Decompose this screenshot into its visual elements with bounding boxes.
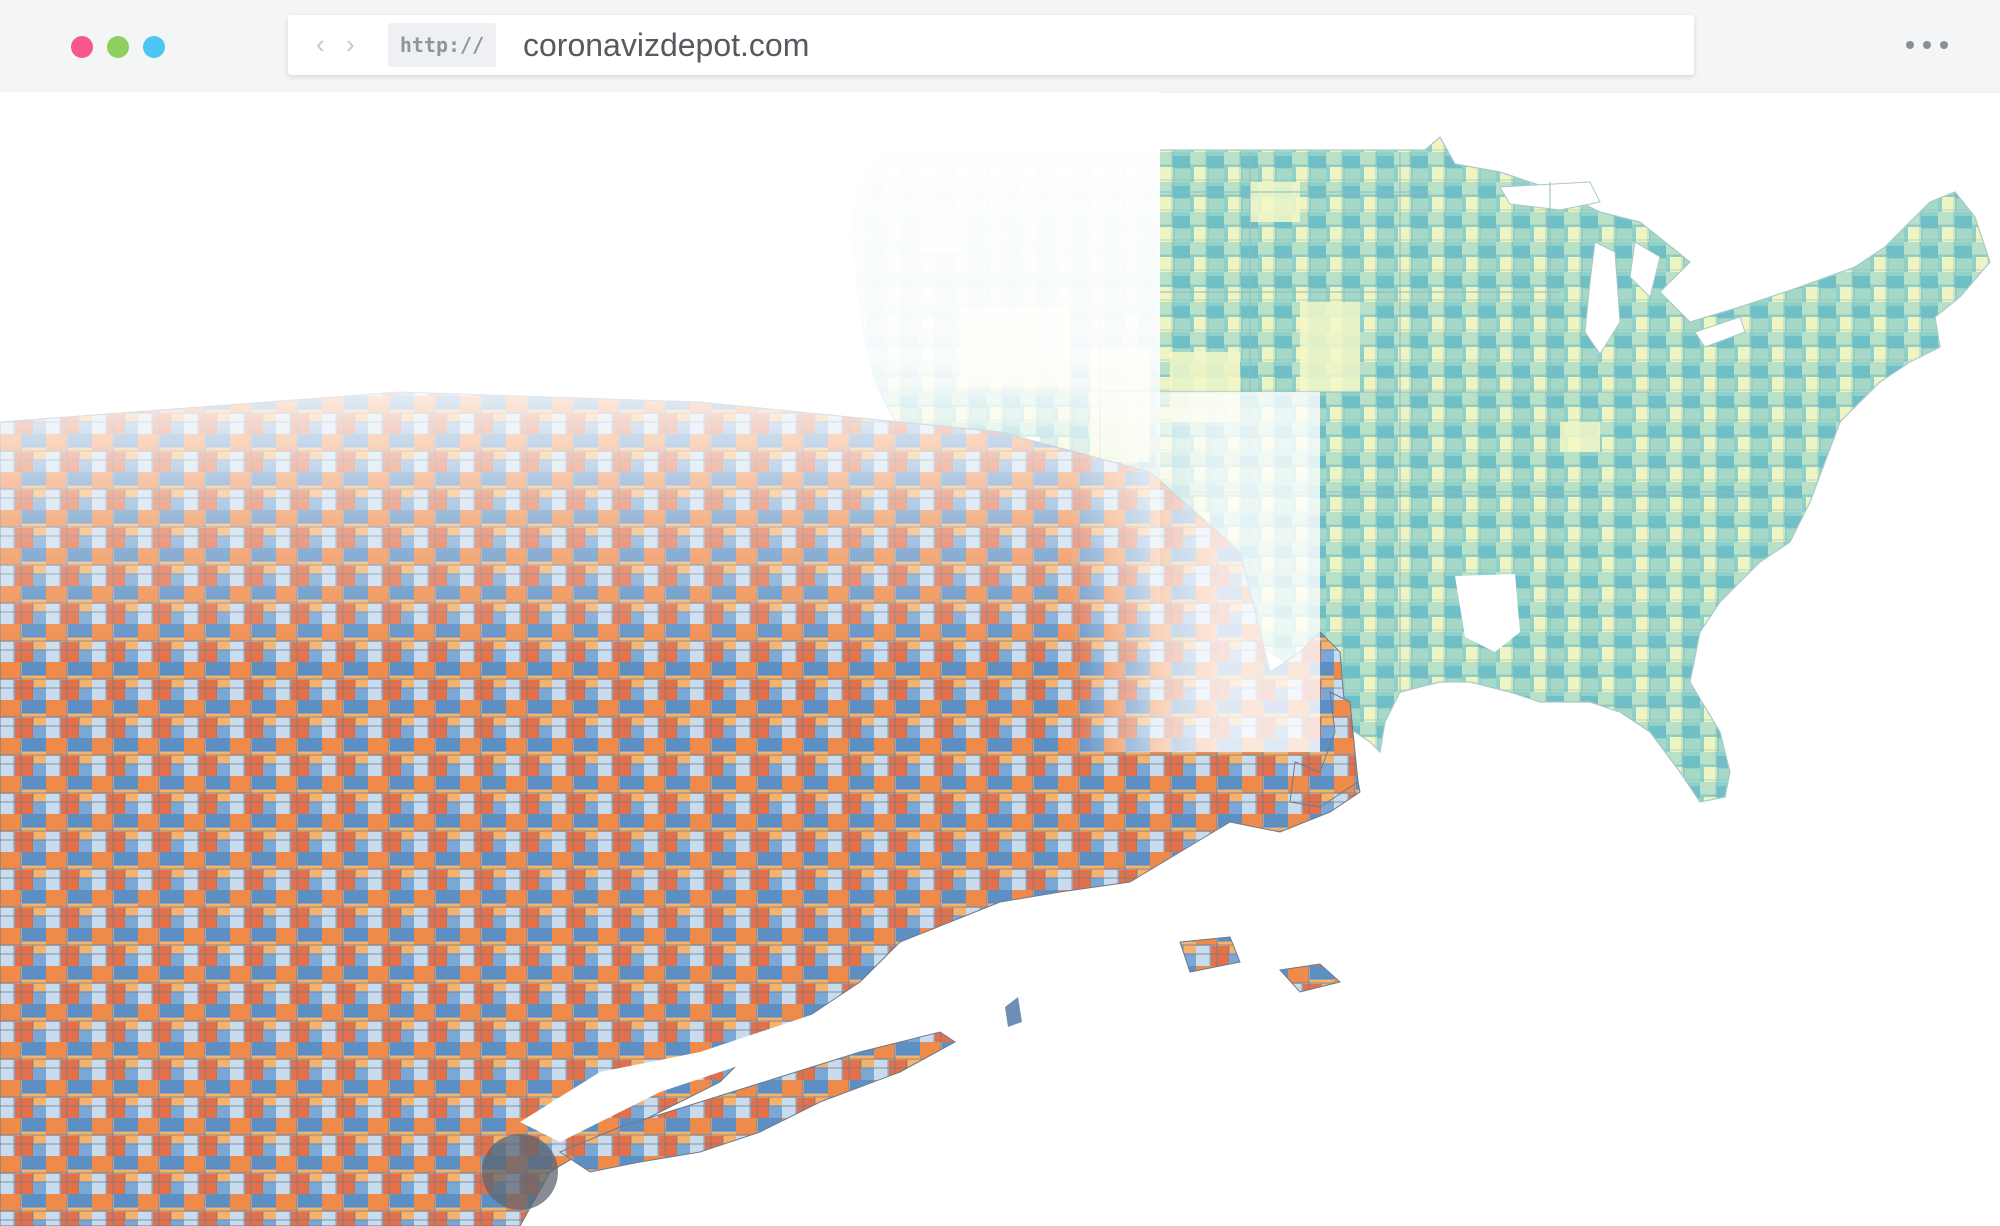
chevron-left-icon[interactable]: ‹ <box>316 29 325 59</box>
address-bar[interactable]: ‹ › http:// coronavizdepot.com <box>288 15 1694 75</box>
maximize-window-button[interactable] <box>143 36 165 58</box>
minimize-window-button[interactable] <box>107 36 129 58</box>
url-text[interactable]: coronavizdepot.com <box>523 28 809 62</box>
block-island <box>1005 997 1022 1027</box>
marthas-vineyard <box>1179 936 1241 973</box>
nyc-dense-area <box>482 1134 558 1210</box>
hero-map-illustration <box>0 92 2000 1226</box>
map-collage <box>0 92 1991 1226</box>
nantucket <box>1279 963 1342 993</box>
more-horizontal-icon[interactable] <box>1906 38 1948 52</box>
chevron-right-icon[interactable]: › <box>346 29 355 59</box>
fade-overlay-blend <box>760 392 1320 752</box>
close-window-button[interactable] <box>71 36 93 58</box>
browser-toolbar: ‹ › http:// coronavizdepot.com <box>0 0 2000 93</box>
protocol-chip: http:// <box>388 23 496 67</box>
